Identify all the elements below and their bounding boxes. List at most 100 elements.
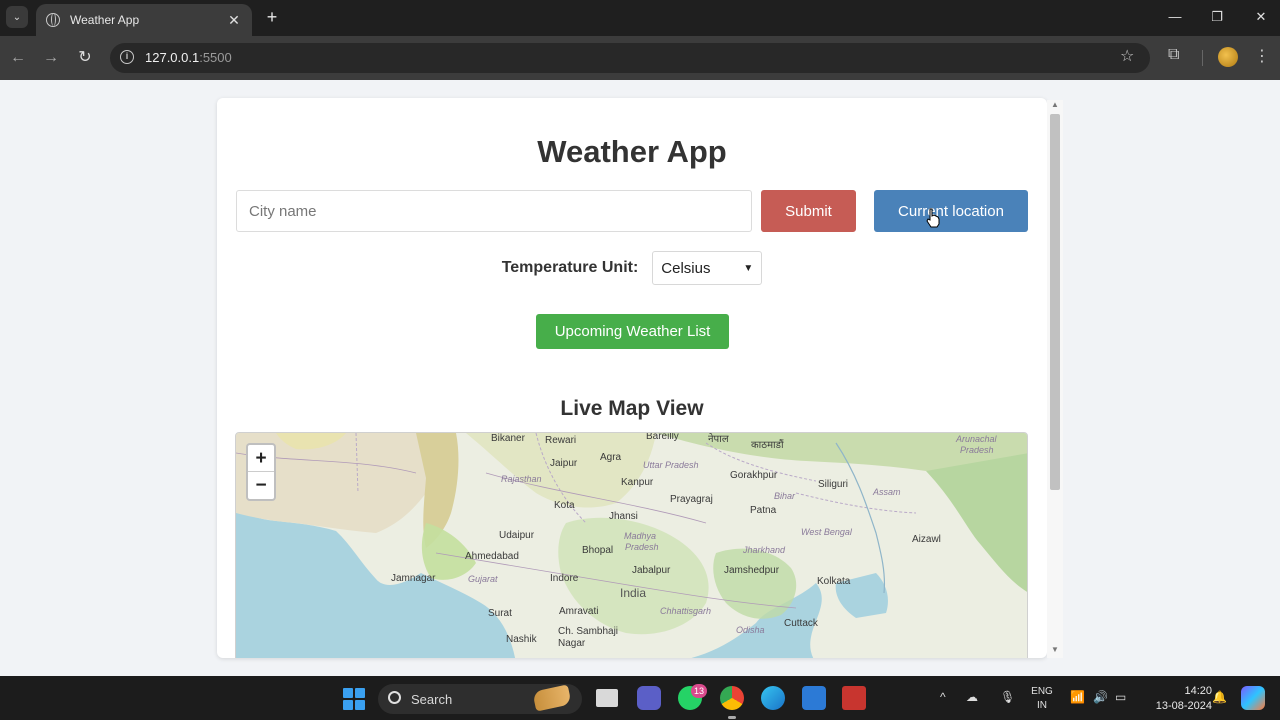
submit-button[interactable]: Submit (761, 190, 856, 232)
map-label: Bhopal (582, 545, 614, 556)
map-label: Surat (488, 608, 512, 619)
teams-icon[interactable] (637, 686, 661, 710)
minimize-button[interactable]: — (1160, 6, 1190, 28)
map-label: Cuttack (784, 618, 818, 629)
taskbar-search-label: Search (411, 692, 453, 707)
map-label: Rajasthan (501, 474, 542, 484)
url-port: :5500 (199, 50, 232, 65)
clock-date: 13-08-2024 (1155, 700, 1212, 712)
map-label: Odisha (736, 625, 765, 635)
map-label: Rewari (545, 435, 577, 446)
microphone-icon[interactable]: 🎙 (1000, 690, 1015, 704)
map-label: Ahmedabad (465, 551, 519, 562)
map-label: Pradesh (960, 445, 994, 455)
map-label: Kolkata (817, 576, 851, 587)
onedrive-icon[interactable]: ☁ (966, 690, 978, 704)
temperature-unit-row: Temperature Unit: Celsius ▼ (217, 250, 1047, 286)
map-label: Bikaner (491, 433, 525, 444)
map-label: Kota (554, 500, 575, 511)
scroll-thumb[interactable] (1050, 114, 1060, 490)
chrome-icon[interactable] (720, 686, 744, 710)
extensions-icon[interactable]: ⧉ (1168, 46, 1179, 64)
map-zoom-control: + − (246, 443, 276, 501)
map-label: Ch. Sambhaji (558, 626, 619, 637)
address-bar[interactable] (110, 43, 1150, 73)
map-label: Chhattisgarh (660, 606, 712, 616)
city-name-input[interactable] (236, 190, 752, 232)
more-menu-icon[interactable]: ⋮ (1254, 46, 1270, 66)
hand-cursor-icon (926, 208, 940, 228)
unit-selected-value: Celsius (661, 259, 711, 277)
map-label: Jhansi (609, 511, 638, 522)
windows-start-icon[interactable] (343, 688, 365, 710)
map-label: काठमाडौं (751, 440, 784, 451)
edge-icon[interactable] (761, 686, 785, 710)
os-taskbar: Search 13 ^ ☁ 🎙 ENG IN 📶 🔊 ▭ 14:20 13-08… (0, 676, 1280, 720)
page-title: Weather App (537, 134, 727, 169)
map-label: नेपाल (708, 434, 729, 445)
lang-bottom: IN (1037, 700, 1047, 711)
temperature-unit-label: Temperature Unit: (501, 259, 639, 276)
map-label: Bihar (774, 491, 796, 501)
forward-arrow-icon[interactable]: → (39, 46, 63, 70)
close-window-button[interactable]: ✕ (1246, 6, 1276, 28)
taskbar-clock[interactable]: 14:20 13-08-2024 (1140, 684, 1212, 714)
map-label: Gorakhpur (730, 470, 778, 481)
back-arrow-icon[interactable]: ← (6, 46, 30, 70)
volume-icon[interactable]: 🔊 (1093, 690, 1108, 704)
active-app-indicator (728, 716, 736, 719)
map-label: Indore (550, 573, 579, 584)
tab-close-icon[interactable]: ✕ (226, 12, 242, 29)
toolbar-divider (1202, 50, 1203, 66)
tray-overflow-icon[interactable]: ^ (940, 690, 946, 704)
url-host: 127.0.0.1 (145, 50, 200, 65)
map-label: Patna (750, 505, 777, 516)
map-label: Siliguri (818, 479, 849, 490)
map-label: Nashik (506, 634, 537, 645)
map-label: Jamnagar (391, 573, 436, 584)
whatsapp-badge: 13 (691, 684, 707, 698)
map-label: Udaipur (499, 530, 535, 541)
map-label: India (620, 586, 647, 600)
site-info-icon[interactable]: i (120, 50, 134, 64)
map-label: Bareilly (646, 432, 679, 442)
map-label: Uttar Pradesh (643, 460, 699, 470)
reload-icon[interactable]: ↻ (73, 46, 97, 70)
notification-bell-icon[interactable]: 🔔 (1212, 690, 1227, 704)
map-label: Aizawl (912, 534, 941, 545)
tab-search-icon[interactable]: ⌄ (6, 6, 28, 28)
map-label: Gujarat (468, 574, 498, 584)
restore-button[interactable]: ❐ (1202, 6, 1232, 28)
app-icon[interactable] (842, 686, 866, 710)
temperature-unit-select[interactable]: Celsius ▼ (652, 251, 763, 285)
language-indicator[interactable]: ENG IN (1030, 685, 1054, 713)
clock-time: 14:20 (1184, 685, 1212, 697)
page-viewport: Weather App Submit Current location Temp… (0, 80, 1280, 676)
zoom-in-button[interactable]: + (248, 445, 274, 472)
vscode-icon[interactable] (802, 686, 826, 710)
map-label: Prayagraj (670, 494, 713, 505)
bookmark-star-icon[interactable]: ☆ (1120, 46, 1134, 66)
zoom-out-button[interactable]: − (248, 472, 274, 499)
scroll-up-icon[interactable]: ▲ (1051, 100, 1059, 109)
map-label: Assam (873, 487, 901, 497)
chevron-down-icon: ▼ (743, 262, 754, 274)
new-tab-button[interactable]: + (262, 6, 282, 28)
upcoming-weather-button[interactable]: Upcoming Weather List (536, 314, 729, 349)
browser-tab[interactable]: Weather App ✕ (36, 4, 252, 36)
task-view-icon[interactable] (596, 689, 618, 707)
url-text[interactable]: 127.0.0.1:5500 (145, 50, 232, 65)
page-scrollbar[interactable]: ▲ ▼ (1047, 100, 1063, 658)
map-label: Jamshedpur (724, 565, 780, 576)
map-label: Jharkhand (743, 545, 786, 555)
wifi-icon[interactable]: 📶 (1070, 690, 1085, 704)
live-map[interactable]: Bikaner Rewari Bareilly नेपाल काठमाडौं A… (235, 432, 1028, 658)
battery-icon[interactable]: ▭ (1115, 690, 1126, 704)
copilot-icon[interactable] (1241, 686, 1265, 710)
browser-tab-bar: ⌄ Weather App ✕ + — ❐ ✕ (0, 0, 1280, 36)
map-label: Nagar (558, 638, 586, 649)
scroll-down-icon[interactable]: ▼ (1051, 645, 1059, 654)
profile-avatar-icon[interactable] (1218, 47, 1238, 67)
current-location-button[interactable]: Current location (874, 190, 1028, 232)
tab-title: Weather App (70, 13, 140, 27)
